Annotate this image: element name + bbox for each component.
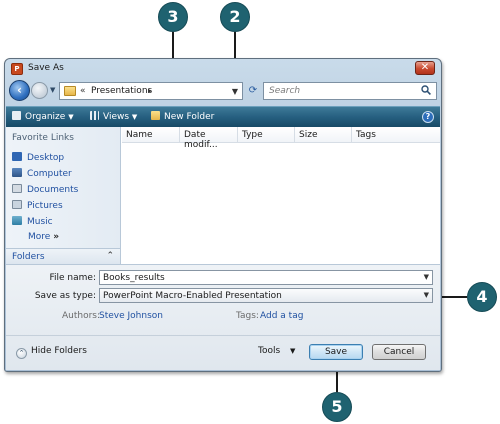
pictures-icon <box>12 200 22 209</box>
breadcrumb-overflow[interactable]: « <box>80 86 86 96</box>
new-folder-icon <box>151 111 160 120</box>
file-name-input[interactable]: Books_results ▼ <box>99 270 433 285</box>
hide-folders-label: Hide Folders <box>31 346 87 356</box>
nav-item-label: Computer <box>27 169 72 179</box>
powerpoint-file-icon: P <box>11 63 23 75</box>
documents-icon <box>12 184 22 193</box>
authors-label: Authors: <box>62 311 101 321</box>
column-header-date-modified[interactable]: Date modif... <box>180 127 238 150</box>
breadcrumb-arrow-icon[interactable]: ▸ <box>148 86 152 95</box>
forward-button[interactable] <box>31 82 48 99</box>
favorite-links-header: Favorite Links <box>12 133 74 143</box>
chevron-down-icon: ▼ <box>131 113 138 121</box>
chevron-up-icon: ⌃ <box>16 348 27 359</box>
nav-item-label: Pictures <box>27 201 63 211</box>
divider <box>6 335 440 336</box>
address-dropdown-icon[interactable]: ▼ <box>232 87 238 96</box>
file-name-value: Books_results <box>103 273 165 283</box>
nav-item-label: Music <box>27 217 53 227</box>
folder-icon <box>64 86 76 96</box>
save-form: File name: Books_results ▼ Save as type:… <box>6 264 440 370</box>
callout-4: 4 <box>467 282 497 312</box>
hide-folders-button[interactable]: ⌃ Hide Folders <box>16 346 87 359</box>
nav-item-pictures[interactable]: Pictures <box>12 200 63 211</box>
desktop-icon <box>12 152 22 161</box>
organize-icon <box>12 111 21 120</box>
views-label: Views <box>103 112 130 122</box>
music-icon <box>12 216 22 225</box>
search-icon[interactable] <box>421 85 431 95</box>
chevron-down-icon[interactable]: ▼ <box>424 273 429 281</box>
browser-pane: Favorite Links Desktop Computer Document… <box>6 127 440 264</box>
file-name-label: File name: <box>49 273 96 283</box>
nav-item-desktop[interactable]: Desktop <box>12 152 64 163</box>
nav-item-label: Desktop <box>27 153 65 163</box>
callout-3: 3 <box>158 2 188 32</box>
computer-icon <box>12 168 22 177</box>
tags-label: Tags: <box>236 311 259 321</box>
add-tag-link[interactable]: Add a tag <box>260 311 303 321</box>
breadcrumb-presentations[interactable]: Presentations <box>91 86 152 96</box>
column-header-size[interactable]: Size <box>295 127 352 143</box>
close-button[interactable]: ✕ <box>415 61 435 75</box>
address-bar[interactable]: « Presentations ▸ ▼ <box>59 82 243 100</box>
chevron-down-icon[interactable]: ▼ <box>290 347 295 355</box>
callout-5: 5 <box>322 392 352 422</box>
folders-label: Folders <box>12 252 45 262</box>
folders-toggle[interactable]: Folders ⌃ <box>6 248 121 264</box>
tools-menu[interactable]: Tools <box>258 346 280 356</box>
column-header-tags[interactable]: Tags <box>352 127 440 143</box>
file-list[interactable]: Name Date modif... Type Size Tags <box>122 127 440 264</box>
save-button[interactable]: Save <box>309 344 363 360</box>
cancel-button[interactable]: Cancel <box>372 344 426 360</box>
title-bar[interactable]: P Save As ✕ <box>5 59 441 77</box>
back-button[interactable]: ‹ <box>9 80 30 101</box>
save-as-type-label: Save as type: <box>34 291 96 301</box>
refresh-icon[interactable]: ⟳ <box>245 84 261 98</box>
views-menu[interactable]: Views ▼ <box>90 111 137 122</box>
column-header-name[interactable]: Name <box>122 127 180 143</box>
search-placeholder: Search <box>269 86 301 96</box>
chevron-down-icon[interactable]: ▼ <box>424 291 429 299</box>
callout-2: 2 <box>220 2 250 32</box>
command-toolbar: Organize ▼ Views ▼ New Folder ? <box>6 106 440 127</box>
nav-item-label: Documents <box>27 185 79 195</box>
history-dropdown-icon[interactable]: ▼ <box>50 86 55 94</box>
organize-menu[interactable]: Organize ▼ <box>12 111 74 122</box>
nav-item-computer[interactable]: Computer <box>12 168 72 179</box>
save-as-dialog: P Save As ✕ ‹ ▼ « Presentations ▸ ▼ ⟳ Se… <box>4 58 442 372</box>
new-folder-label: New Folder <box>164 112 215 122</box>
save-as-type-value: PowerPoint Macro-Enabled Presentation <box>103 291 282 301</box>
chevron-down-icon: ▼ <box>68 113 74 121</box>
column-header-type[interactable]: Type <box>238 127 295 143</box>
nav-item-documents[interactable]: Documents <box>12 184 78 195</box>
chevron-up-icon: ⌃ <box>106 251 114 261</box>
save-as-type-select[interactable]: PowerPoint Macro-Enabled Presentation ▼ <box>99 288 433 303</box>
authors-value[interactable]: Steve Johnson <box>99 311 163 321</box>
more-link[interactable]: More » <box>28 232 59 242</box>
window-title: Save As <box>28 63 64 73</box>
more-label: More <box>28 232 51 242</box>
help-icon[interactable]: ? <box>422 111 434 123</box>
views-icon <box>90 111 99 120</box>
address-row: ‹ ▼ « Presentations ▸ ▼ ⟳ Search <box>5 79 441 103</box>
nav-item-music[interactable]: Music <box>12 216 53 227</box>
navigation-pane: Favorite Links Desktop Computer Document… <box>6 127 121 264</box>
more-chevron-icon: » <box>53 232 60 242</box>
search-input[interactable]: Search <box>263 82 437 100</box>
organize-label: Organize <box>25 112 66 122</box>
new-folder-button[interactable]: New Folder <box>151 111 214 122</box>
